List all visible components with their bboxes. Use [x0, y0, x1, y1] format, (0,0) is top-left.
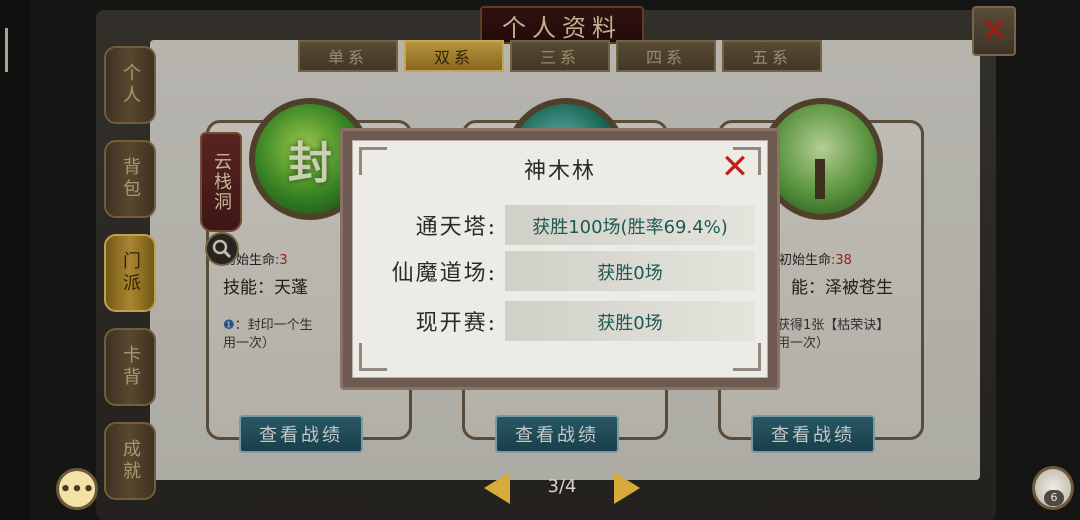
- stat-label: 仙魔道场:: [391, 261, 497, 286]
- pager: 3/4: [484, 470, 640, 506]
- stat-value: 获胜100场(胜率69.4%): [532, 217, 728, 238]
- page-indicator: 3/4: [547, 476, 577, 497]
- corner-ornament: [359, 343, 387, 371]
- arrow-left-icon[interactable]: [484, 472, 510, 504]
- stat-label: 通天塔:: [415, 215, 497, 240]
- stats-dialog: 神木林 ✕ 通天塔: 获胜100场(胜率69.4%) 仙魔道场: 获胜0场 现开…: [340, 128, 780, 390]
- close-icon[interactable]: ✕: [717, 149, 753, 185]
- corner-ornament: [733, 343, 761, 371]
- chat-icon[interactable]: •••: [56, 468, 98, 510]
- stat-label: 现开赛:: [415, 311, 497, 336]
- stat-row: 现开赛: 获胜0场: [365, 299, 755, 343]
- stat-row: 通天塔: 获胜100场(胜率69.4%): [365, 203, 755, 247]
- stat-value: 获胜0场: [597, 263, 663, 284]
- stat-row: 仙魔道场: 获胜0场: [365, 249, 755, 293]
- stat-value: 获胜0场: [597, 313, 663, 334]
- dialog-title: 神木林: [523, 159, 596, 184]
- friends-count-badge: 6: [1044, 490, 1064, 506]
- dialog-body: 神木林 ✕ 通天塔: 获胜100场(胜率69.4%) 仙魔道场: 获胜0场 现开…: [352, 140, 768, 378]
- arrow-right-icon[interactable]: [614, 472, 640, 504]
